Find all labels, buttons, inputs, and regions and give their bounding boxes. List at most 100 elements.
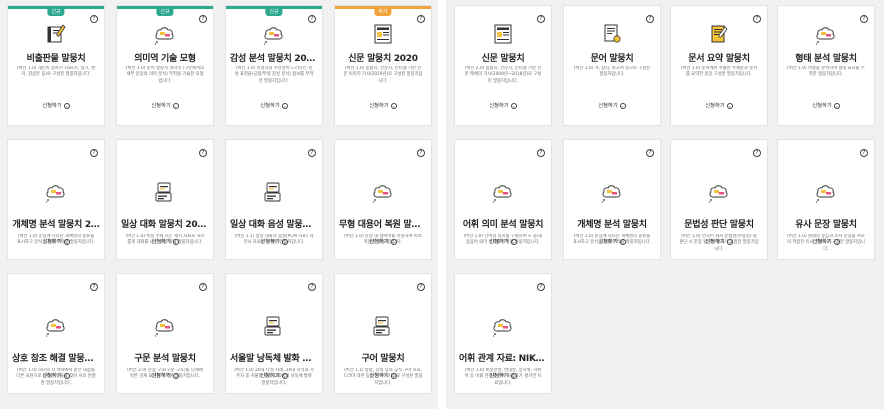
help-icon[interactable]: ? — [646, 15, 654, 23]
apply-label: 신청하기 — [812, 103, 832, 109]
apply-button[interactable]: 신청하기 › — [8, 371, 104, 379]
help-icon[interactable]: ? — [646, 149, 654, 157]
help-icon[interactable]: ? — [753, 149, 761, 157]
speech-icon — [371, 314, 395, 338]
apply-label: 신청하기 — [42, 239, 62, 245]
help-icon[interactable]: ? — [753, 15, 761, 23]
dataset-card[interactable]: ? 유사 문장 말뭉치 (버전 1.0) 원래의 문장과 유사 문장을 서로의 적합… — [777, 139, 875, 260]
dataset-card[interactable]: ? 개체명 분석 말뭉치 2… (버전 1.0) 문장에 나타난 개체명의 종류를 … — [7, 139, 105, 260]
apply-button[interactable]: 신청하기 › — [335, 371, 431, 379]
help-icon[interactable]: ? — [90, 15, 98, 23]
dataset-card[interactable]: ? 일상 대화 음성 말뭉치… (버전 1.1) 일상 대화의 음성(PCM 자료)… — [225, 139, 323, 260]
cloud-label-icon — [491, 314, 515, 338]
dataset-card[interactable]: ? 어휘 의미 분석 말뭉치 (버전 1.0) 단어의 의미를 구별하여 + 중의/… — [454, 139, 552, 260]
help-icon[interactable]: ? — [199, 149, 207, 157]
card-description: (버전 1.0) 어절을 분석하여 형태 표지를 부착한 말뭉치입니다. — [787, 66, 865, 78]
dataset-card[interactable]: 신규? 감성 분석 말뭉치 2020 (버전 1.0) 작성자의 주관성이 드러나는… — [225, 5, 323, 126]
help-icon[interactable]: ? — [199, 15, 207, 23]
help-icon[interactable]: ? — [537, 149, 545, 157]
apply-button[interactable]: 신청하기 › — [226, 101, 322, 109]
newspaper-icon — [491, 22, 515, 46]
help-icon[interactable]: ? — [417, 283, 425, 291]
dataset-card[interactable]: ? 신문 말뭉치 (버전 2.0) 종합지, 전문지, 인터넷 기반 신문 매체의 … — [454, 5, 552, 126]
apply-button[interactable]: 신청하기 › — [455, 371, 551, 379]
card-title: 어휘 관계 자료: NIKLex — [459, 354, 547, 364]
dataset-card[interactable]: ? 서울말 낭독체 발화 말… (버전 1.0) 20대 다섯 사례, 20대 지역… — [225, 273, 323, 394]
arrow-right-icon: › — [172, 238, 179, 245]
apply-label: 신청하기 — [260, 373, 280, 379]
help-icon[interactable]: ? — [308, 15, 316, 23]
dataset-card[interactable]: ? 구문 분석 말뭉치 (버전 2.0) 문장 구조(구문 구조)를 단계에 따른 … — [116, 273, 214, 394]
cloud-label-icon — [371, 180, 395, 204]
help-icon[interactable]: ? — [199, 283, 207, 291]
apply-button[interactable]: 신청하기 › — [778, 101, 874, 109]
speech-icon — [262, 180, 286, 204]
apply-button[interactable]: 신청하기 › — [671, 101, 767, 109]
card-title: 상호 참조 해결 말뭉치… — [12, 354, 100, 364]
cloud-label-icon — [44, 314, 68, 338]
apply-label: 신청하기 — [489, 103, 509, 109]
apply-button[interactable]: 신청하기 › — [455, 237, 551, 245]
apply-button[interactable]: 신청하기 › — [8, 237, 104, 245]
arrow-right-icon: › — [63, 102, 70, 109]
apply-button[interactable]: 신청하기 › — [117, 237, 213, 245]
dataset-card[interactable]: ? 어휘 관계 자료: NIKLex (버전 1.0) 비슷한말, 반대말, 상하위… — [454, 273, 552, 394]
dataset-card[interactable]: 추가? 신문 말뭉치 2020 (버전 1.0) 종합지, 전문지, 인터넷 기반 … — [334, 5, 432, 126]
arrow-right-icon: › — [510, 372, 517, 379]
help-icon[interactable]: ? — [417, 15, 425, 23]
apply-label: 신청하기 — [598, 103, 618, 109]
status-badge: 신규 — [265, 8, 283, 16]
apply-button[interactable]: 신청하기 › — [564, 237, 660, 245]
dataset-card[interactable]: ? 문법성 판단 말뭉치 (버전 1.0) 한국어 화자 문법성(수용성) 을 판단… — [670, 139, 768, 260]
cloud-label-icon — [262, 22, 286, 46]
help-icon[interactable]: ? — [860, 15, 868, 23]
dataset-card[interactable]: 신규? 의미역 기술 모형 (버전 1.0) 문어 말뭉치 의미역 (구문에서의 세… — [116, 5, 214, 126]
apply-button[interactable]: 신청하기 › — [117, 101, 213, 109]
apply-button[interactable]: 신청하기 › — [226, 371, 322, 379]
help-icon[interactable]: ? — [90, 283, 98, 291]
dataset-card[interactable]: ? 무형 대용어 복원 말뭉… (버전 1.0) 문장 내 생략어를 복원하여 따라… — [334, 139, 432, 260]
dataset-card[interactable]: ? 일상 대화 말뭉치 2020 (버전 1.0) 특정 주제 또는 제시 자료로 … — [116, 139, 214, 260]
apply-button[interactable]: 신청하기 › — [335, 237, 431, 245]
apply-button[interactable]: 신청하기 › — [778, 237, 874, 245]
help-icon[interactable]: ? — [537, 15, 545, 23]
apply-button[interactable]: 신청하기 › — [117, 371, 213, 379]
arrow-right-icon: › — [281, 372, 288, 379]
apply-label: 신청하기 — [369, 239, 389, 245]
cloud-label-icon — [44, 180, 68, 204]
help-icon[interactable]: ? — [308, 283, 316, 291]
card-title: 문어 말뭉치 — [590, 54, 634, 64]
dataset-card[interactable]: ? 개체명 분석 말뭉치 (버전 1.0) 문장에 나타난 개체명의 종류를 표시하… — [563, 139, 661, 260]
cloud-label-icon — [814, 22, 838, 46]
apply-button[interactable]: 신청하기 › — [226, 237, 322, 245]
dataset-card[interactable]: ? 문서 요약 말뭉치 (버전 1.0) 문서에서 추출한 주제문과 문서를 요약한… — [670, 5, 768, 126]
dataset-card[interactable]: ? 문어 말뭉치 (버전 1.0) 책, 잡지, 보고서 등으로 구성된 말뭉치입니… — [563, 5, 661, 126]
help-icon[interactable]: ? — [417, 149, 425, 157]
card-title: 신문 말뭉치 — [481, 54, 525, 64]
help-icon[interactable]: ? — [308, 149, 316, 157]
dataset-card[interactable]: 신규? 비출판물 말뭉치 (버전 1.0) 개인이 글쓰기 자료(시, 일기, 편지… — [7, 5, 105, 126]
dataset-card[interactable]: ? 구어 말뭉치 (버전 1.1) 방송, 강의 등의 공적 구어 자료, 드라마 … — [334, 273, 432, 394]
help-icon[interactable]: ? — [537, 283, 545, 291]
arrow-right-icon: › — [281, 238, 288, 245]
help-icon[interactable]: ? — [860, 149, 868, 157]
apply-button[interactable]: 신청하기 › — [8, 101, 104, 109]
speech-icon — [262, 314, 286, 338]
card-title: 구문 분석 말뭉치 — [134, 354, 196, 364]
cloud-label-icon — [600, 180, 624, 204]
apply-button[interactable]: 신청하기 › — [455, 101, 551, 109]
help-icon[interactable]: ? — [90, 149, 98, 157]
apply-button[interactable]: 신청하기 › — [564, 101, 660, 109]
status-badge: 추가 — [374, 8, 392, 16]
dataset-card[interactable]: ? 상호 참조 해결 말뭉치… (버전 1.0) 하나의 각 맥락에서 같은 대상을… — [7, 273, 105, 394]
dataset-card[interactable]: ? 형태 분석 말뭉치 (버전 1.0) 어절을 분석하여 형태 표지를 부착한 말… — [777, 5, 875, 126]
arrow-right-icon: › — [390, 238, 397, 245]
apply-button[interactable]: 신청하기 › — [671, 237, 767, 245]
apply-button[interactable]: 신청하기 › — [335, 101, 431, 109]
apply-label: 신청하기 — [151, 103, 171, 109]
arrow-right-icon: › — [833, 102, 840, 109]
apply-label: 신청하기 — [489, 239, 509, 245]
arrow-right-icon: › — [63, 372, 70, 379]
arrow-right-icon: › — [619, 102, 626, 109]
document-icon — [600, 22, 624, 46]
